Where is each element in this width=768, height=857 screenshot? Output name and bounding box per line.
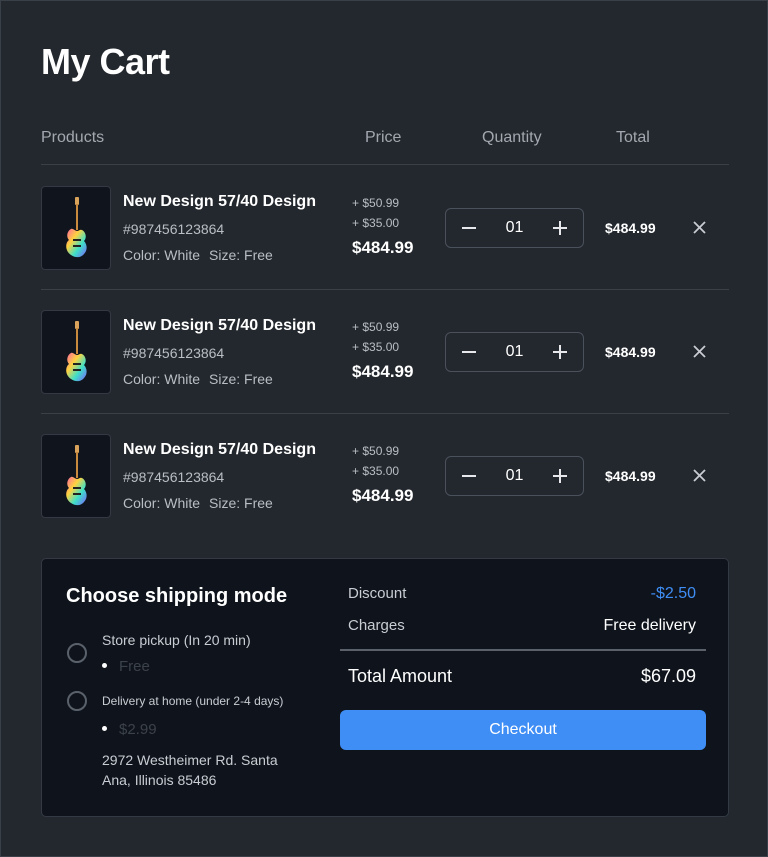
increment-button[interactable]	[540, 333, 580, 371]
cart-row: New Design 57/40 Design #987456123864 Co…	[41, 166, 729, 290]
quantity-value[interactable]: 01	[486, 467, 543, 485]
shipping-option-price: Free	[102, 658, 150, 675]
line-total: $484.99	[605, 344, 656, 360]
cart-row: New Design 57/40 Design #987456123864 Co…	[41, 414, 729, 538]
delivery-address: 2972 Westheimer Rd. Santa Ana, Illinois …	[102, 752, 278, 788]
shipping-option-label[interactable]: Delivery at home (under 2-4 days)	[102, 694, 283, 708]
product-variant: Color: White Size: Free	[123, 495, 273, 511]
plus-icon	[553, 469, 567, 483]
page-title: My Cart	[41, 41, 170, 82]
increment-button[interactable]	[540, 457, 580, 495]
radio-home-delivery[interactable]	[67, 691, 87, 711]
line-total: $484.99	[605, 220, 656, 236]
charges-label: Charges	[348, 617, 405, 634]
column-header-quantity: Quantity	[482, 129, 542, 146]
product-color: Color: White	[123, 495, 201, 511]
radio-store-pickup[interactable]	[67, 643, 87, 663]
electric-guitar-icon	[66, 197, 87, 258]
product-variant: Color: White Size: Free	[123, 371, 273, 387]
product-name[interactable]: New Design 57/40 Design	[123, 317, 316, 335]
close-icon	[692, 220, 706, 234]
order-summary-panel: Choose shipping mode Store pickup (In 20…	[41, 558, 729, 817]
column-header-price: Price	[365, 129, 402, 146]
product-name[interactable]: New Design 57/40 Design	[123, 441, 316, 459]
price-addon: + $35.00	[352, 340, 400, 354]
product-sku: #987456123864	[123, 469, 225, 485]
quantity-stepper: 01	[445, 456, 584, 496]
decrement-button[interactable]	[449, 209, 489, 247]
product-color: Color: White	[123, 371, 201, 387]
quantity-stepper: 01	[445, 208, 584, 248]
decrement-button[interactable]	[449, 457, 489, 495]
charges-value: Free delivery	[603, 617, 696, 634]
minus-icon	[462, 351, 476, 353]
minus-icon	[462, 475, 476, 477]
remove-item-button[interactable]	[689, 217, 709, 237]
column-header-products: Products	[41, 129, 105, 146]
price-addon: + $35.00	[352, 464, 400, 478]
shipping-mode-title: Choose shipping mode	[66, 585, 288, 607]
close-icon	[692, 344, 706, 358]
plus-icon	[553, 221, 567, 235]
quantity-stepper: 01	[445, 332, 584, 372]
decrement-button[interactable]	[449, 333, 489, 371]
product-sku: #987456123864	[123, 221, 225, 237]
quantity-value[interactable]: 01	[486, 343, 543, 361]
shipping-option-label[interactable]: Store pickup (In 20 min)	[102, 632, 251, 648]
product-variant: Color: White Size: Free	[123, 247, 273, 263]
product-color: Color: White	[123, 247, 201, 263]
product-price: $484.99	[352, 238, 414, 257]
minus-icon	[462, 227, 476, 229]
price-addon: + $50.99	[352, 196, 400, 210]
cart-table-header: Products Price Quantity Total	[41, 127, 729, 165]
product-thumbnail[interactable]	[41, 310, 111, 394]
column-header-total: Total	[616, 129, 650, 146]
remove-item-button[interactable]	[689, 341, 709, 361]
total-amount-label: Total Amount	[348, 666, 453, 686]
plus-icon	[553, 345, 567, 359]
price-addon: + $50.99	[352, 444, 400, 458]
price-addon: + $50.99	[352, 320, 400, 334]
product-price: $484.99	[352, 362, 414, 381]
remove-item-button[interactable]	[689, 465, 709, 485]
increment-button[interactable]	[540, 209, 580, 247]
total-amount-value: $67.09	[640, 666, 696, 686]
summary-divider	[340, 649, 706, 651]
product-size: Size: Free	[209, 247, 273, 263]
discount-value: -$2.50	[650, 585, 696, 602]
line-total: $484.99	[605, 468, 656, 484]
cart-row: New Design 57/40 Design #987456123864 Co…	[41, 290, 729, 414]
electric-guitar-icon	[66, 321, 87, 382]
price-addon: + $35.00	[352, 216, 400, 230]
product-thumbnail[interactable]	[41, 434, 111, 518]
checkout-button[interactable]: Checkout	[340, 710, 706, 750]
discount-label: Discount	[348, 585, 407, 602]
close-icon	[692, 468, 706, 482]
product-sku: #987456123864	[123, 345, 225, 361]
product-thumbnail[interactable]	[41, 186, 111, 270]
product-name[interactable]: New Design 57/40 Design	[123, 193, 316, 211]
product-size: Size: Free	[209, 371, 273, 387]
shipping-option-price: $2.99	[102, 721, 157, 738]
product-size: Size: Free	[209, 495, 273, 511]
cart-page: My Cart Products Price Quantity Total Ne…	[0, 0, 768, 857]
quantity-value[interactable]: 01	[486, 219, 543, 237]
electric-guitar-icon	[66, 445, 87, 506]
product-price: $484.99	[352, 486, 414, 505]
